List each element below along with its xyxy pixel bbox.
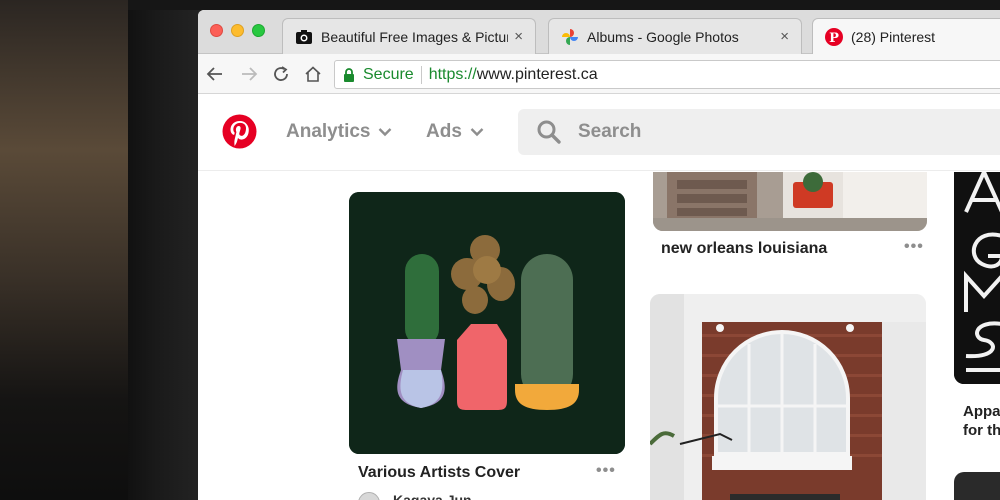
pin-image-typography-poster[interactable]: [954, 172, 1000, 384]
monitor-bezel-top: [128, 0, 1000, 10]
url-host: www.pinterest.ca: [476, 65, 598, 83]
pin-image-loft-interior[interactable]: [650, 294, 926, 500]
search-input[interactable]: Search: [518, 109, 1000, 155]
window-zoom-button[interactable]: [252, 24, 265, 37]
lock-icon: [343, 67, 357, 82]
tab-unsplash[interactable]: Beautiful Free Images & Pictures ×: [282, 18, 536, 54]
back-button[interactable]: [204, 63, 226, 85]
tab-title: (28) Pinterest: [851, 29, 936, 45]
omnibox-divider: [420, 65, 422, 84]
svg-text:P: P: [829, 31, 839, 46]
more-options-icon[interactable]: •••: [904, 238, 924, 256]
url-scheme: https://: [428, 65, 477, 83]
address-bar[interactable]: Secure https://www.pinterest.ca: [334, 60, 1000, 89]
tab-pinterest[interactable]: P (28) Pinterest: [812, 18, 1000, 55]
home-button[interactable]: [302, 63, 324, 85]
window-close-button[interactable]: [210, 24, 223, 37]
browser-window: Beautiful Free Images & Pictures × Album…: [198, 10, 1000, 500]
secure-label: Secure: [363, 65, 414, 83]
tab-title: Beautiful Free Images & Pictures: [321, 28, 509, 45]
arrow-left-icon: [206, 67, 222, 81]
chevron-down-icon: [470, 125, 484, 139]
pin-title[interactable]: Various Artists Cover: [358, 464, 520, 482]
ads-menu[interactable]: Ads: [426, 121, 484, 143]
pin-title[interactable]: new orleans louisiana: [661, 240, 827, 258]
reload-icon: [274, 66, 288, 81]
monitor-bezel: [128, 0, 200, 500]
more-options-icon[interactable]: •••: [596, 462, 616, 480]
pin-feed: new orleans louisiana ••• Various Artist…: [198, 172, 1000, 500]
pin-title[interactable]: Appa for th: [963, 402, 1000, 440]
window-minimize-button[interactable]: [231, 24, 244, 37]
tab-title: Albums - Google Photos: [587, 28, 739, 45]
tab-close-icon[interactable]: ×: [780, 28, 789, 45]
tab-close-icon[interactable]: ×: [514, 28, 523, 45]
google-photos-icon: [561, 28, 579, 46]
pinterest-logo-icon[interactable]: [222, 114, 257, 149]
pinterest-header: Analytics Ads Search: [198, 95, 1000, 171]
search-placeholder: Search: [578, 121, 642, 142]
tab-google-photos[interactable]: Albums - Google Photos ×: [548, 18, 802, 54]
forward-button[interactable]: [238, 63, 260, 85]
camera-icon: [295, 28, 313, 46]
tab-strip: Beautiful Free Images & Pictures × Album…: [198, 10, 1000, 55]
home-icon: [305, 66, 321, 82]
pin-author[interactable]: Kagaya Jun: [393, 492, 472, 500]
pinterest-icon: P: [825, 28, 843, 46]
avatar[interactable]: [358, 492, 380, 500]
pin-image-new-orleans[interactable]: [653, 172, 927, 231]
analytics-label: Analytics: [286, 121, 371, 142]
pin-image-partial[interactable]: [954, 472, 1000, 500]
reload-button[interactable]: [270, 63, 292, 85]
arrow-right-icon: [242, 67, 258, 81]
ads-label: Ads: [426, 121, 462, 142]
search-icon: [536, 119, 562, 145]
analytics-menu[interactable]: Analytics: [286, 121, 392, 143]
browser-toolbar: Secure https://www.pinterest.ca: [198, 54, 1000, 94]
chevron-down-icon: [378, 125, 392, 139]
pin-image-various-artists[interactable]: [349, 192, 625, 454]
